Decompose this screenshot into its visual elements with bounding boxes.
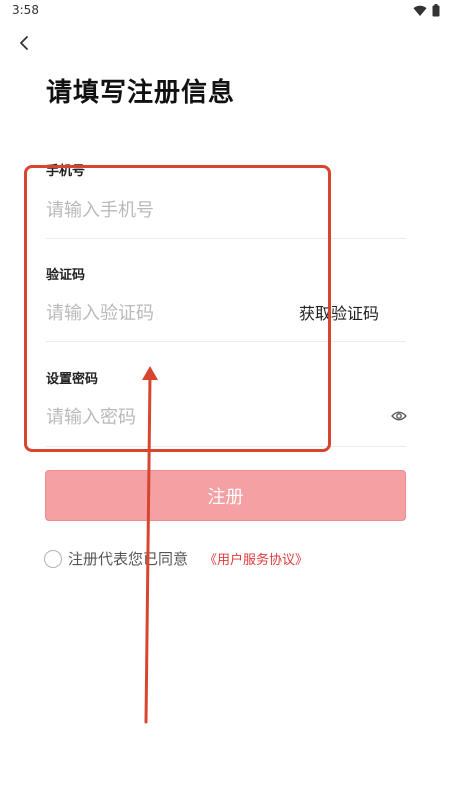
phone-label: 手机号 xyxy=(46,164,86,179)
password-input[interactable] xyxy=(46,400,346,434)
phone-divider xyxy=(46,238,406,239)
page-title: 请填写注册信息 xyxy=(46,78,236,108)
get-code-button[interactable]: 获取验证码 xyxy=(299,300,379,324)
wifi-icon xyxy=(413,5,427,17)
eye-icon xyxy=(391,407,407,426)
chevron-left-icon xyxy=(18,35,30,55)
register-button[interactable]: 注册 xyxy=(45,470,406,521)
password-divider xyxy=(46,446,406,447)
status-icons xyxy=(413,4,440,17)
agreement-checkbox[interactable] xyxy=(44,549,62,568)
status-time: 3:58 xyxy=(12,3,39,17)
register-button-label: 注册 xyxy=(207,486,244,508)
code-label: 验证码 xyxy=(46,268,86,283)
password-visibility-toggle[interactable] xyxy=(389,406,409,426)
user-agreement-link[interactable]: 《用户服务协议》 xyxy=(204,549,308,568)
phone-input[interactable] xyxy=(46,193,346,227)
password-label: 设置密码 xyxy=(46,372,99,387)
code-divider xyxy=(46,341,406,342)
agreement-text: 注册代表您已同意 xyxy=(68,550,189,568)
back-button[interactable] xyxy=(12,32,36,58)
battery-icon xyxy=(432,4,440,17)
status-bar: 3:58 xyxy=(0,0,450,22)
agreement-row: 注册代表您已同意 《用户服务协议》 xyxy=(44,548,308,569)
code-input[interactable] xyxy=(46,296,286,330)
